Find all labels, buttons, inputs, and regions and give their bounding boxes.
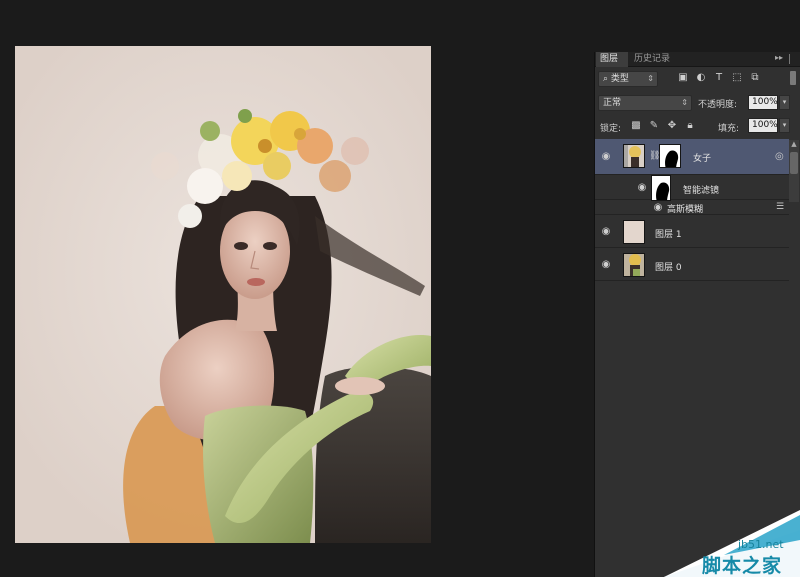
fill-label: 填充: (718, 124, 740, 134)
panel-tabbar: 图层 历史记录 ▸▸ (595, 52, 800, 67)
layer-name[interactable]: 女子 (693, 151, 711, 164)
watermark-url: jb51.net (738, 538, 784, 551)
filter-row: ⌕ 类型 ⇕ ▣ ◐ T ⬚ ⧉ (595, 69, 800, 91)
portrait-illustration (15, 46, 431, 543)
lock-paint-icon[interactable]: ✎ (648, 120, 660, 132)
eye-icon[interactable]: ◉ (652, 203, 664, 213)
fill-input[interactable]: 100% (748, 118, 778, 133)
fill-dropdown-icon[interactable]: ▾ (779, 118, 790, 133)
lock-label: 锁定: (600, 124, 622, 134)
filter-label: 类型 (610, 74, 629, 84)
scroll-thumb[interactable] (790, 152, 798, 174)
eye-icon[interactable]: ◉ (600, 152, 612, 162)
layer-thumbnail (623, 253, 645, 277)
lock-icons: ▩ ✎ ✥ 🔒︎ (630, 120, 700, 134)
layers-panel: 图层 历史记录 ▸▸ ⌕ 类型 ⇕ ▣ ◐ T ⬚ ⧉ 正常 ⇕ 不透明度: 1… (594, 52, 800, 577)
blend-row: 正常 ⇕ 不透明度: 100% ▾ (595, 93, 800, 115)
eye-icon[interactable]: ◉ (600, 260, 612, 270)
blend-mode-value: 正常 (603, 98, 622, 108)
panel-collapse-icon[interactable]: ▸▸ (775, 53, 783, 62)
filter-toggle[interactable] (790, 71, 796, 85)
panel-menu-icon[interactable] (789, 54, 797, 64)
smart-object-filter-icon[interactable]: ⧉ (749, 72, 761, 84)
opacity-dropdown-icon[interactable]: ▾ (779, 95, 790, 110)
layer-row[interactable]: ◉ ⛓ 女子 ◎ (595, 139, 789, 175)
document-canvas[interactable] (15, 46, 431, 543)
search-icon: ⌕ (603, 74, 611, 84)
layer-row[interactable]: ◉ 图层 1 (595, 216, 789, 248)
layers-scrollbar[interactable]: ▲ (789, 140, 799, 202)
tab-layers[interactable]: 图层 (596, 52, 628, 67)
lock-position-icon[interactable]: ✥ (666, 120, 678, 132)
smart-filter-row[interactable]: ◉ 智能滤镜 (595, 175, 789, 201)
type-filter-icon[interactable]: T (713, 72, 725, 84)
watermark-text: 脚本之家 (702, 555, 783, 577)
tab-history[interactable]: 历史记录 (630, 52, 682, 67)
filter-icons: ▣ ◐ T ⬚ ⧉ (677, 72, 777, 86)
filter-options-icon[interactable]: ☰ (776, 202, 784, 212)
lock-row: 锁定: ▩ ✎ ✥ 🔒︎ 填充: 100% ▾ (595, 117, 800, 137)
image-filter-icon[interactable]: ▣ (677, 72, 689, 84)
layer-name[interactable]: 图层 1 (655, 227, 682, 240)
layer-row[interactable]: ◉ 图层 0 (595, 249, 789, 281)
mask-thumbnail[interactable] (659, 144, 681, 168)
filter-effect-row[interactable]: ◉ 高斯模糊 ☰ (595, 201, 789, 215)
opacity-input[interactable]: 100% (748, 95, 778, 110)
smart-object-badge-icon: ◎ (775, 151, 784, 162)
filter-effect-name[interactable]: 高斯模糊 (667, 202, 703, 215)
layer-thumbnail (623, 220, 645, 244)
scroll-up-icon[interactable]: ▲ (790, 140, 798, 150)
adjustment-filter-icon[interactable]: ◐ (695, 72, 707, 84)
blend-mode-dropdown[interactable]: 正常 ⇕ (598, 95, 692, 111)
chevron-updown-icon: ⇕ (681, 98, 688, 107)
opacity-label: 不透明度: (698, 100, 738, 110)
shape-filter-icon[interactable]: ⬚ (731, 72, 743, 84)
layer-filter-dropdown[interactable]: ⌕ 类型 ⇕ (598, 71, 658, 87)
eye-icon[interactable]: ◉ (600, 227, 612, 237)
smart-filter-label[interactable]: 智能滤镜 (683, 183, 719, 196)
chevron-updown-icon: ⇕ (647, 74, 654, 83)
lock-all-icon[interactable]: 🔒︎ (684, 120, 696, 132)
lock-transparency-icon[interactable]: ▩ (630, 120, 642, 132)
layers-list: ◉ ⛓ 女子 ◎ ◉ 智能滤镜 ◉ 高斯模糊 ☰ ◉ 图层 1 ◉ 图层 0 (595, 139, 800, 299)
layer-name[interactable]: 图层 0 (655, 260, 682, 273)
eye-icon[interactable]: ◉ (636, 183, 648, 193)
layer-thumbnail (623, 144, 645, 168)
smart-filter-mask-thumbnail[interactable] (651, 175, 671, 201)
